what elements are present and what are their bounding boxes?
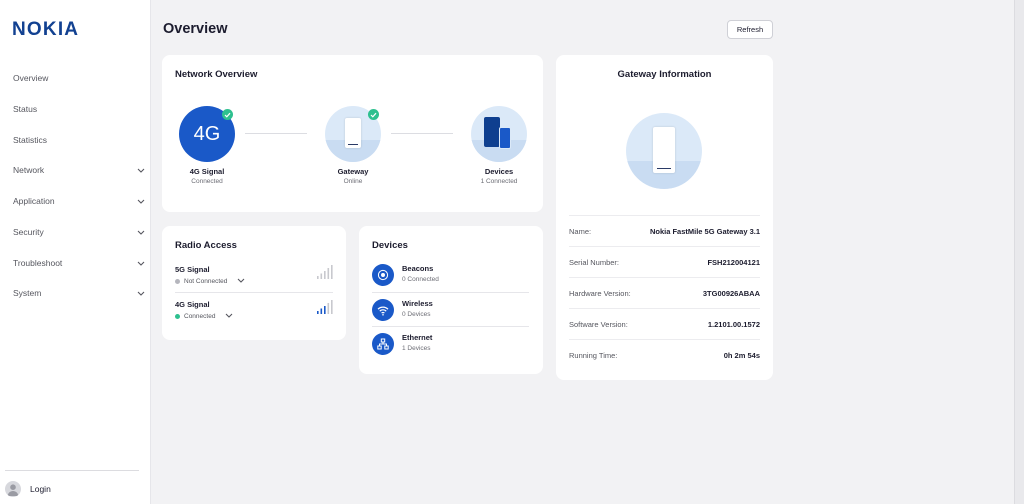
radio-name: 4G Signal <box>175 300 210 309</box>
info-key: Name: <box>569 226 592 236</box>
sidebar-item-system[interactable]: System <box>13 284 146 302</box>
device-name: Wireless <box>402 299 433 308</box>
device-count: 1 Devices <box>402 345 431 352</box>
status-dot <box>175 279 180 284</box>
check-icon <box>368 109 379 120</box>
connector-line <box>391 133 453 134</box>
sidebar-item-label: Application <box>13 196 55 206</box>
radio-row-5g[interactable]: 5G Signal Not Connected <box>175 265 333 289</box>
sidebar-item-label: Overview <box>13 73 49 83</box>
tablet-icon <box>484 117 500 147</box>
device-row-ethernet[interactable]: Ethernet 1 Devices <box>372 331 529 364</box>
gateway-info-card: Gateway Information Name: Nokia FastMile… <box>556 55 773 380</box>
sidebar-item-label: Troubleshoot <box>13 258 63 268</box>
user-icon <box>5 481 21 497</box>
divider <box>5 470 139 471</box>
signal-bars-icon <box>317 300 333 314</box>
info-value: 1.2101.00.1572 <box>707 319 760 329</box>
radio-status: Not Connected <box>175 278 245 285</box>
network-overview-card: Network Overview 4G 4G Signal Connected … <box>162 55 543 212</box>
radio-name: 5G Signal <box>175 265 210 274</box>
info-value: Nokia FastMile 5G Gateway 3.1 <box>649 226 760 236</box>
status-text: Connected <box>184 313 216 320</box>
chevron-down-icon <box>136 165 146 175</box>
node-status: Online <box>343 178 363 185</box>
node-label: Devices <box>484 167 514 176</box>
info-key: Running Time: <box>569 350 618 360</box>
node-status: 1 Connected <box>480 178 518 185</box>
info-key: Software Version: <box>569 319 628 329</box>
refresh-button[interactable]: Refresh <box>727 20 773 39</box>
node-label: Gateway <box>337 167 369 176</box>
chevron-down-icon <box>136 288 146 298</box>
signal-bars-icon <box>317 265 333 279</box>
divider <box>372 292 529 293</box>
sidebar-item-label: Network <box>13 165 45 175</box>
wifi-icon <box>372 299 394 321</box>
chevron-down-icon <box>136 227 146 237</box>
sidebar-item-label: Statistics <box>13 135 48 145</box>
gateway-info-row: Serial Number: FSH212004121 <box>569 246 760 277</box>
chevron-down-icon <box>136 196 146 206</box>
card-title: Network Overview <box>175 69 258 80</box>
check-icon <box>222 109 233 120</box>
node-status: Connected <box>191 178 223 185</box>
gateway-image <box>626 113 702 189</box>
gateway-info-row: Name: Nokia FastMile 5G Gateway 3.1 <box>569 215 760 246</box>
chevron-down-icon[interactable] <box>237 278 245 285</box>
scrollbar[interactable] <box>1014 0 1024 504</box>
radio-status: Connected <box>175 313 233 320</box>
device-count: 0 Connected <box>402 276 439 283</box>
device-name: Ethernet <box>402 333 433 342</box>
device-name: Beacons <box>402 264 434 273</box>
router-icon <box>345 118 361 148</box>
sidebar-item-application[interactable]: Application <box>13 192 146 210</box>
nokia-logo[interactable]: NOKIA <box>12 19 79 41</box>
info-key: Hardware Version: <box>569 288 631 298</box>
gateway-info-row: Software Version: 1.2101.00.1572 <box>569 308 760 339</box>
sidebar-item-label: Status <box>13 104 38 114</box>
chevron-down-icon[interactable] <box>225 313 233 320</box>
info-value: 0h 2m 54s <box>723 350 760 360</box>
sidebar-item-label: System <box>13 288 42 298</box>
sidebar-item-overview[interactable]: Overview <box>13 69 146 87</box>
sidebar-item-troubleshoot[interactable]: Troubleshoot <box>13 254 146 272</box>
device-row-beacons[interactable]: Beacons 0 Connected <box>372 262 529 295</box>
devices-card: Devices Beacons 0 Connected Wireless 0 D… <box>359 226 543 374</box>
sidebar-item-network[interactable]: Network <box>13 161 146 179</box>
divider <box>175 292 333 293</box>
connector-line <box>245 133 307 134</box>
login-button[interactable]: Login <box>5 481 51 497</box>
ethernet-icon <box>372 333 394 355</box>
beacon-icon <box>372 264 394 286</box>
card-title: Devices <box>372 240 408 251</box>
sidebar-item-statistics[interactable]: Statistics <box>13 131 146 149</box>
radio-row-4g[interactable]: 4G Signal Connected <box>175 300 333 324</box>
card-title: Radio Access <box>175 240 237 251</box>
info-key: Serial Number: <box>569 257 620 267</box>
radio-access-card: Radio Access 5G Signal Not Connected 4G … <box>162 226 346 340</box>
phone-icon <box>499 127 511 149</box>
card-title: Gateway Information <box>617 69 712 80</box>
login-label: Login <box>30 484 51 494</box>
sidebar-item-label: Security <box>13 227 44 237</box>
router-icon <box>653 127 675 173</box>
status-dot <box>175 314 180 319</box>
info-value: FSH212004121 <box>707 257 760 267</box>
devices-node[interactable] <box>471 106 527 162</box>
chevron-down-icon <box>136 258 146 268</box>
info-value: 3TG00926ABAA <box>702 288 760 298</box>
node-label: 4G Signal <box>189 167 225 176</box>
status-text: Not Connected <box>184 278 228 285</box>
sidebar-item-status[interactable]: Status <box>13 100 146 118</box>
sidebar: NOKIA Overview Status Statistics Network… <box>0 0 151 504</box>
divider <box>372 326 529 327</box>
device-count: 0 Devices <box>402 311 431 318</box>
gateway-info-row: Hardware Version: 3TG00926ABAA <box>569 277 760 308</box>
page-title: Overview <box>163 21 228 37</box>
sidebar-item-security[interactable]: Security <box>13 223 146 241</box>
gateway-info-row: Running Time: 0h 2m 54s <box>569 339 760 370</box>
